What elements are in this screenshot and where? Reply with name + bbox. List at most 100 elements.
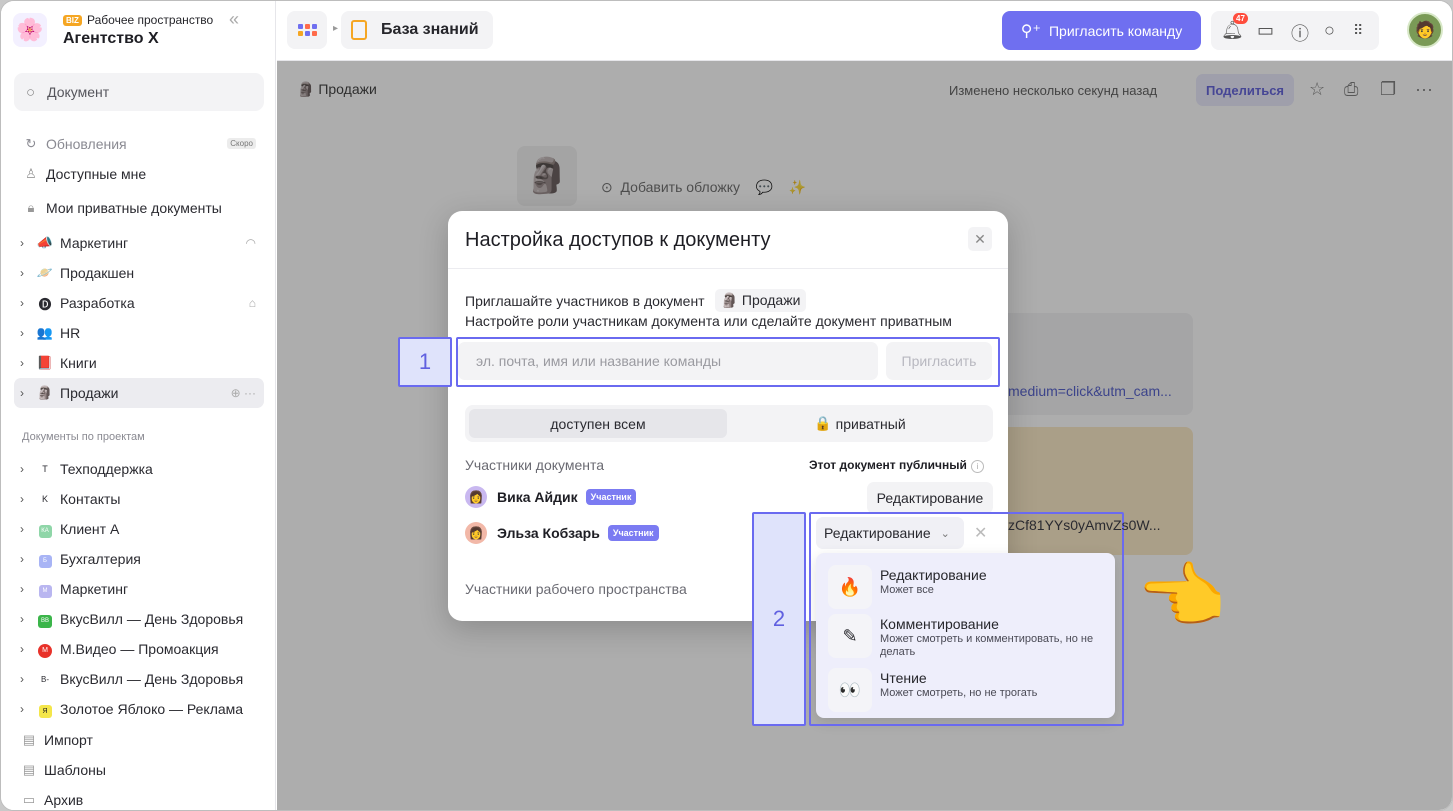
- notifications-badge: 47: [1233, 13, 1248, 24]
- document-chip-label: Продажи: [741, 292, 801, 308]
- project-mark-icon: Б: [34, 550, 56, 568]
- chevron-right-icon[interactable]: ›: [20, 702, 34, 716]
- chevron-right-icon[interactable]: ›: [20, 552, 34, 566]
- embed-link[interactable]: zCf81YYs0yAmvZs0W...: [1008, 517, 1160, 533]
- add-user-icon: ⚲⁺: [1020, 22, 1041, 40]
- role-tag: Участник: [607, 525, 659, 541]
- sidebar-item-label: Бухгалтерия: [60, 551, 141, 567]
- breadcrumb-label: База знаний: [381, 21, 479, 38]
- sidebar-item-templates[interactable]: ▤ Шаблоны: [14, 755, 264, 785]
- more-icon[interactable]: ⊕ ···: [231, 386, 256, 400]
- user-icon: ♙: [25, 166, 37, 181]
- chevron-right-icon[interactable]: ›: [20, 612, 34, 626]
- search-icon: ○: [26, 83, 36, 101]
- project-mark-icon: М: [34, 580, 56, 598]
- sidebar-project[interactable]: › K Контакты: [14, 484, 264, 514]
- close-icon[interactable]: ✕: [968, 227, 992, 251]
- annotation-marker: 1: [398, 337, 452, 387]
- project-mark-icon: М: [34, 640, 56, 658]
- sidebar-item-private[interactable]: 🔒︎ Мои приватные документы: [14, 193, 264, 223]
- sidebar-item-updates[interactable]: ↻ Обновления Скоро: [14, 129, 264, 159]
- projects-section-header: Документы по проектам: [22, 431, 145, 443]
- sidebar-project[interactable]: › М Маркетинг: [14, 574, 264, 604]
- chevron-right-icon[interactable]: ›: [20, 386, 34, 400]
- access-private-tab[interactable]: 🔒 приватный: [731, 409, 989, 438]
- book-icon: 📕: [36, 355, 54, 370]
- help-icon[interactable]: ⓘ: [1291, 20, 1309, 46]
- sidebar-item-label: Маркетинг: [60, 581, 129, 597]
- chevron-right-icon[interactable]: ›: [20, 672, 34, 686]
- access-public-tab[interactable]: доступен всем: [469, 409, 727, 438]
- project-mark-text: Б: [38, 555, 52, 568]
- sidebar-item-import[interactable]: ▤ Импорт: [14, 725, 264, 755]
- access-toggle: доступен всем 🔒 приватный: [465, 405, 993, 442]
- chevron-right-icon[interactable]: ›: [20, 642, 34, 656]
- sidebar-item-label: Книги: [60, 355, 97, 371]
- sidebar-item-books[interactable]: › 📕 Книги: [14, 348, 264, 378]
- invite-team-label: Пригласить команду: [1048, 22, 1183, 39]
- search-icon[interactable]: ○: [1324, 20, 1335, 41]
- collapse-sidebar-icon[interactable]: «: [229, 9, 239, 30]
- sidebar-item-label: Маркетинг: [60, 235, 129, 251]
- breadcrumb[interactable]: База знаний: [341, 11, 493, 49]
- invite-hint-text: Приглашайте участников в документ: [465, 292, 705, 309]
- sidebar-project[interactable]: › КА Клиент А: [14, 514, 264, 544]
- workspace-subtitle: Рабочее пространство: [87, 13, 214, 27]
- sidebar-project[interactable]: › М М.Видео — Промоакция: [14, 634, 264, 664]
- chevron-right-icon[interactable]: ›: [20, 356, 34, 370]
- chevron-right-icon[interactable]: ›: [20, 326, 34, 340]
- chevron-right-icon[interactable]: ›: [20, 582, 34, 596]
- refresh-icon: ↻: [25, 136, 37, 151]
- lock-icon: ⌂: [248, 296, 256, 310]
- role-select[interactable]: Редактирование: [867, 482, 993, 514]
- sidebar-search[interactable]: ○ Документ: [14, 73, 264, 111]
- sidebar-item-sales[interactable]: › 🗿 Продажи ⊕ ···: [14, 378, 264, 408]
- sidebar-item-label: Доступные мне: [46, 166, 147, 182]
- chevron-right-icon[interactable]: ›: [20, 266, 34, 280]
- project-mark-text: КА: [38, 525, 52, 538]
- chevron-right-icon[interactable]: ›: [20, 492, 34, 506]
- member-name: Эльза Кобзарь: [497, 525, 600, 541]
- sidebar-item-archive[interactable]: ▭ Архив: [14, 785, 264, 810]
- project-mark-text: Я: [38, 704, 52, 718]
- archive-icon: ▭: [22, 792, 36, 807]
- top-icon-group: 🔔︎ 47 ▭ ⓘ ○ ⠿: [1211, 11, 1379, 50]
- sidebar-project[interactable]: › B- ВкусВилл — День Здоровья: [14, 664, 264, 694]
- chevron-right-icon[interactable]: ›: [20, 462, 34, 476]
- sidebar-item-marketing[interactable]: › 📣 Маркетинг ◠: [14, 228, 264, 258]
- sidebar-item-shared[interactable]: ♙ Доступные мне: [14, 159, 264, 189]
- sidebar-item-label: Разработка: [60, 295, 135, 311]
- apps-grid-icon[interactable]: [287, 11, 327, 49]
- avatar: 👩: [465, 486, 487, 508]
- sidebar-project[interactable]: › BB ВкусВилл — День Здоровья: [14, 604, 264, 634]
- sidebar-item-label: ВкусВилл — День Здоровья: [60, 671, 244, 687]
- sidebar-item-hr[interactable]: › 👥 HR: [14, 318, 264, 348]
- member-name: Вика Айдик: [497, 489, 578, 505]
- chevron-right-icon[interactable]: ›: [20, 236, 34, 250]
- moai-icon: 🗿: [36, 385, 54, 400]
- soon-badge: Скоро: [227, 138, 256, 149]
- lock-icon: 🔒: [814, 415, 832, 431]
- roles-hint: Настройте роли участникам документа или …: [465, 313, 952, 329]
- workspace-switcher[interactable]: 🌸 BIZ Рабочее пространство Агентство Х: [13, 13, 263, 49]
- sidebar-item-label: Мои приватные документы: [46, 200, 222, 216]
- grid-icon[interactable]: ⠿: [1353, 22, 1363, 39]
- sidebar: 🌸 BIZ Рабочее пространство Агентство Х «…: [1, 1, 276, 810]
- project-mark-icon: B-: [41, 674, 49, 684]
- chevron-right-icon[interactable]: ›: [20, 522, 34, 536]
- plan-badge: BIZ: [63, 15, 82, 26]
- invite-team-button[interactable]: ⚲⁺ Пригласить команду: [1002, 11, 1201, 50]
- user-avatar[interactable]: 🧑: [1407, 12, 1443, 48]
- sidebar-item-label: Импорт: [44, 732, 93, 748]
- info-icon[interactable]: i: [970, 460, 984, 473]
- sidebar-item-label: Золотое Яблоко — Реклама: [60, 701, 244, 717]
- sidebar-project[interactable]: › Б Бухгалтерия: [14, 544, 264, 574]
- project-mark-icon: K: [41, 494, 48, 504]
- sidebar-item-production[interactable]: › 🪐 Продакшен: [14, 258, 264, 288]
- folder-icon[interactable]: ▭: [1257, 20, 1274, 41]
- sidebar-project[interactable]: › Я Золотое Яблоко — Реклама: [14, 694, 264, 724]
- chevron-right-icon[interactable]: ›: [20, 296, 34, 310]
- sidebar-item-development[interactable]: › 🅓 Разработка ⌂: [14, 288, 264, 318]
- sidebar-project[interactable]: › T Техподдержка: [14, 454, 264, 484]
- avatar: 👩: [465, 522, 487, 544]
